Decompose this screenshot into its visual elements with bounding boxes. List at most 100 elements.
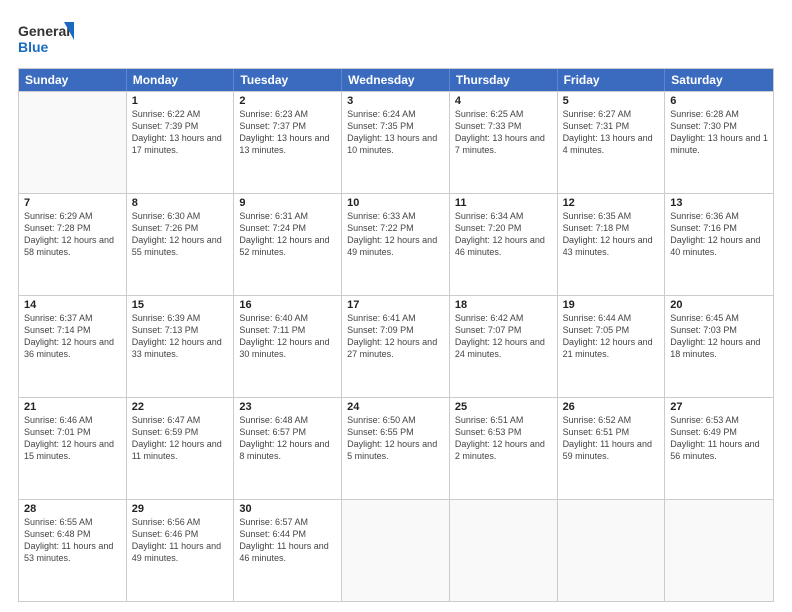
daylight-text: Daylight: 12 hours and 11 minutes. — [132, 438, 229, 462]
sunrise-text: Sunrise: 6:57 AM — [239, 516, 336, 528]
sunset-text: Sunset: 7:28 PM — [24, 222, 121, 234]
daylight-text: Daylight: 12 hours and 33 minutes. — [132, 336, 229, 360]
daylight-text: Daylight: 13 hours and 13 minutes. — [239, 132, 336, 156]
sunset-text: Sunset: 6:53 PM — [455, 426, 552, 438]
daylight-text: Daylight: 13 hours and 17 minutes. — [132, 132, 229, 156]
sunrise-text: Sunrise: 6:30 AM — [132, 210, 229, 222]
sunset-text: Sunset: 6:48 PM — [24, 528, 121, 540]
day-number: 17 — [347, 299, 444, 311]
day-number: 10 — [347, 197, 444, 209]
daylight-text: Daylight: 12 hours and 15 minutes. — [24, 438, 121, 462]
cal-cell: 16Sunrise: 6:40 AMSunset: 7:11 PMDayligh… — [234, 296, 342, 397]
sunrise-text: Sunrise: 6:36 AM — [670, 210, 768, 222]
sunset-text: Sunset: 7:37 PM — [239, 120, 336, 132]
daylight-text: Daylight: 11 hours and 46 minutes. — [239, 540, 336, 564]
sunset-text: Sunset: 7:39 PM — [132, 120, 229, 132]
cal-cell: 7Sunrise: 6:29 AMSunset: 7:28 PMDaylight… — [19, 194, 127, 295]
cal-cell: 21Sunrise: 6:46 AMSunset: 7:01 PMDayligh… — [19, 398, 127, 499]
daylight-text: Daylight: 12 hours and 46 minutes. — [455, 234, 552, 258]
sunset-text: Sunset: 6:57 PM — [239, 426, 336, 438]
day-number: 8 — [132, 197, 229, 209]
cal-header-sunday: Sunday — [19, 69, 127, 91]
daylight-text: Daylight: 12 hours and 55 minutes. — [132, 234, 229, 258]
sunset-text: Sunset: 7:05 PM — [563, 324, 660, 336]
daylight-text: Daylight: 12 hours and 5 minutes. — [347, 438, 444, 462]
daylight-text: Daylight: 12 hours and 18 minutes. — [670, 336, 768, 360]
cal-cell: 1Sunrise: 6:22 AMSunset: 7:39 PMDaylight… — [127, 92, 235, 193]
sunset-text: Sunset: 7:20 PM — [455, 222, 552, 234]
cal-cell: 15Sunrise: 6:39 AMSunset: 7:13 PMDayligh… — [127, 296, 235, 397]
sunrise-text: Sunrise: 6:39 AM — [132, 312, 229, 324]
day-number: 15 — [132, 299, 229, 311]
cal-cell: 17Sunrise: 6:41 AMSunset: 7:09 PMDayligh… — [342, 296, 450, 397]
cal-header-tuesday: Tuesday — [234, 69, 342, 91]
daylight-text: Daylight: 11 hours and 56 minutes. — [670, 438, 768, 462]
cal-header-friday: Friday — [558, 69, 666, 91]
day-number: 2 — [239, 95, 336, 107]
cal-cell — [558, 500, 666, 601]
cal-cell: 25Sunrise: 6:51 AMSunset: 6:53 PMDayligh… — [450, 398, 558, 499]
svg-text:General: General — [18, 23, 70, 39]
daylight-text: Daylight: 12 hours and 52 minutes. — [239, 234, 336, 258]
day-number: 18 — [455, 299, 552, 311]
sunrise-text: Sunrise: 6:22 AM — [132, 108, 229, 120]
cal-cell: 20Sunrise: 6:45 AMSunset: 7:03 PMDayligh… — [665, 296, 773, 397]
day-number: 27 — [670, 401, 768, 413]
day-number: 12 — [563, 197, 660, 209]
cal-cell: 8Sunrise: 6:30 AMSunset: 7:26 PMDaylight… — [127, 194, 235, 295]
sunrise-text: Sunrise: 6:48 AM — [239, 414, 336, 426]
cal-cell — [450, 500, 558, 601]
sunset-text: Sunset: 7:26 PM — [132, 222, 229, 234]
day-number: 13 — [670, 197, 768, 209]
cal-cell: 2Sunrise: 6:23 AMSunset: 7:37 PMDaylight… — [234, 92, 342, 193]
page-header: GeneralBlue — [18, 18, 774, 58]
day-number: 23 — [239, 401, 336, 413]
cal-cell — [665, 500, 773, 601]
day-number: 3 — [347, 95, 444, 107]
cal-header-monday: Monday — [127, 69, 235, 91]
sunrise-text: Sunrise: 6:40 AM — [239, 312, 336, 324]
cal-cell: 27Sunrise: 6:53 AMSunset: 6:49 PMDayligh… — [665, 398, 773, 499]
day-number: 9 — [239, 197, 336, 209]
sunset-text: Sunset: 6:44 PM — [239, 528, 336, 540]
sunrise-text: Sunrise: 6:53 AM — [670, 414, 768, 426]
sunrise-text: Sunrise: 6:28 AM — [670, 108, 768, 120]
cal-cell: 22Sunrise: 6:47 AMSunset: 6:59 PMDayligh… — [127, 398, 235, 499]
daylight-text: Daylight: 13 hours and 10 minutes. — [347, 132, 444, 156]
sunrise-text: Sunrise: 6:35 AM — [563, 210, 660, 222]
sunset-text: Sunset: 6:59 PM — [132, 426, 229, 438]
sunset-text: Sunset: 7:16 PM — [670, 222, 768, 234]
cal-cell: 30Sunrise: 6:57 AMSunset: 6:44 PMDayligh… — [234, 500, 342, 601]
sunrise-text: Sunrise: 6:34 AM — [455, 210, 552, 222]
sunrise-text: Sunrise: 6:29 AM — [24, 210, 121, 222]
cal-week-1: 1Sunrise: 6:22 AMSunset: 7:39 PMDaylight… — [19, 91, 773, 193]
sunrise-text: Sunrise: 6:27 AM — [563, 108, 660, 120]
sunset-text: Sunset: 7:18 PM — [563, 222, 660, 234]
cal-header-thursday: Thursday — [450, 69, 558, 91]
day-number: 26 — [563, 401, 660, 413]
sunrise-text: Sunrise: 6:24 AM — [347, 108, 444, 120]
cal-header-saturday: Saturday — [665, 69, 773, 91]
sunset-text: Sunset: 6:46 PM — [132, 528, 229, 540]
cal-cell — [342, 500, 450, 601]
calendar-body: 1Sunrise: 6:22 AMSunset: 7:39 PMDaylight… — [19, 91, 773, 601]
daylight-text: Daylight: 12 hours and 2 minutes. — [455, 438, 552, 462]
cal-cell: 12Sunrise: 6:35 AMSunset: 7:18 PMDayligh… — [558, 194, 666, 295]
cal-cell: 11Sunrise: 6:34 AMSunset: 7:20 PMDayligh… — [450, 194, 558, 295]
sunset-text: Sunset: 7:07 PM — [455, 324, 552, 336]
daylight-text: Daylight: 12 hours and 40 minutes. — [670, 234, 768, 258]
cal-cell: 3Sunrise: 6:24 AMSunset: 7:35 PMDaylight… — [342, 92, 450, 193]
sunrise-text: Sunrise: 6:56 AM — [132, 516, 229, 528]
sunset-text: Sunset: 7:09 PM — [347, 324, 444, 336]
cal-cell: 23Sunrise: 6:48 AMSunset: 6:57 PMDayligh… — [234, 398, 342, 499]
sunset-text: Sunset: 6:51 PM — [563, 426, 660, 438]
sunrise-text: Sunrise: 6:55 AM — [24, 516, 121, 528]
day-number: 25 — [455, 401, 552, 413]
cal-cell: 6Sunrise: 6:28 AMSunset: 7:30 PMDaylight… — [665, 92, 773, 193]
cal-cell: 26Sunrise: 6:52 AMSunset: 6:51 PMDayligh… — [558, 398, 666, 499]
logo-svg: GeneralBlue — [18, 18, 78, 58]
sunrise-text: Sunrise: 6:23 AM — [239, 108, 336, 120]
cal-cell: 18Sunrise: 6:42 AMSunset: 7:07 PMDayligh… — [450, 296, 558, 397]
day-number: 6 — [670, 95, 768, 107]
day-number: 14 — [24, 299, 121, 311]
